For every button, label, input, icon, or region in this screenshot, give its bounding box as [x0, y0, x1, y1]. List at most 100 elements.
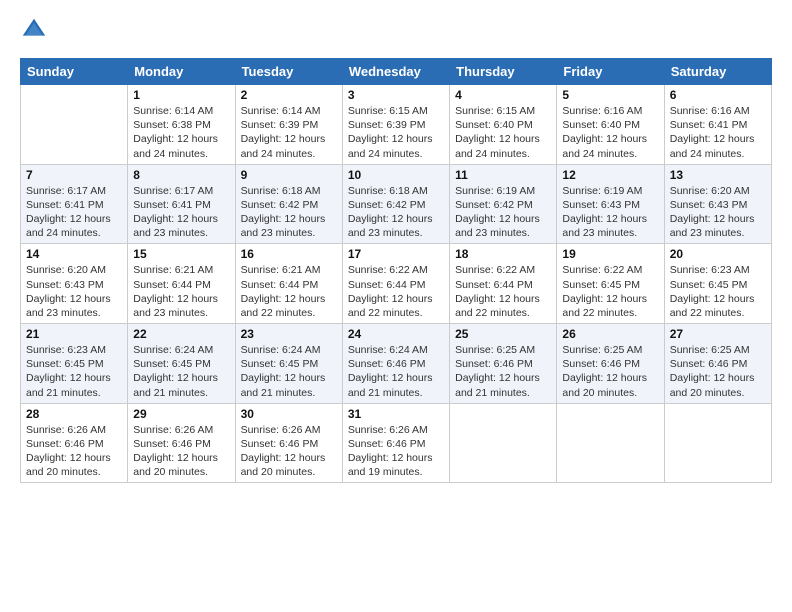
day-number: 20: [670, 247, 766, 261]
day-detail: Sunrise: 6:20 AM Sunset: 6:43 PM Dayligh…: [26, 263, 122, 320]
day-number: 11: [455, 168, 551, 182]
calendar-cell: 24 Sunrise: 6:24 AM Sunset: 6:46 PM Dayli…: [342, 324, 449, 404]
calendar-cell: 19 Sunrise: 6:22 AM Sunset: 6:45 PM Dayli…: [557, 244, 664, 324]
week-row-2: 7Sunrise: 6:17 AM Sunset: 6:41 PM Daylig…: [21, 164, 772, 244]
day-number: 12: [562, 168, 658, 182]
calendar-cell: 5 Sunrise: 6:16 AM Sunset: 6:40 PM Daylig…: [557, 85, 664, 165]
day-detail: Sunrise: 6:15 AM Sunset: 6:39 PM Dayligh…: [348, 104, 444, 161]
calendar-cell: 11 Sunrise: 6:19 AM Sunset: 6:42 PM Dayli…: [450, 164, 557, 244]
day-number: 23: [241, 327, 337, 341]
calendar-cell: 29Sunrise: 6:26 AM Sunset: 6:46 PM Dayli…: [128, 403, 235, 483]
day-detail: Sunrise: 6:26 AM Sunset: 6:46 PM Dayligh…: [241, 423, 337, 480]
calendar-cell: 3 Sunrise: 6:15 AM Sunset: 6:39 PM Daylig…: [342, 85, 449, 165]
calendar-cell: 6 Sunrise: 6:16 AM Sunset: 6:41 PM Daylig…: [664, 85, 771, 165]
calendar-cell: 30 Sunrise: 6:26 AM Sunset: 6:46 PM Dayli…: [235, 403, 342, 483]
calendar-cell: [557, 403, 664, 483]
day-detail: Sunrise: 6:17 AM Sunset: 6:41 PM Dayligh…: [26, 184, 122, 241]
day-number: 28: [26, 407, 122, 421]
day-detail: Sunrise: 6:20 AM Sunset: 6:43 PM Dayligh…: [670, 184, 766, 241]
day-number: 5: [562, 88, 658, 102]
day-number: 1: [133, 88, 229, 102]
day-detail: Sunrise: 6:22 AM Sunset: 6:44 PM Dayligh…: [455, 263, 551, 320]
day-number: 25: [455, 327, 551, 341]
calendar-cell: 17Sunrise: 6:22 AM Sunset: 6:44 PM Dayli…: [342, 244, 449, 324]
page: SundayMondayTuesdayWednesdayThursdayFrid…: [0, 0, 792, 612]
day-detail: Sunrise: 6:21 AM Sunset: 6:44 PM Dayligh…: [133, 263, 229, 320]
day-detail: Sunrise: 6:25 AM Sunset: 6:46 PM Dayligh…: [562, 343, 658, 400]
calendar-table: SundayMondayTuesdayWednesdayThursdayFrid…: [20, 58, 772, 483]
week-row-4: 21Sunrise: 6:23 AM Sunset: 6:45 PM Dayli…: [21, 324, 772, 404]
calendar-cell: 16 Sunrise: 6:21 AM Sunset: 6:44 PM Dayli…: [235, 244, 342, 324]
day-number: 16: [241, 247, 337, 261]
day-detail: Sunrise: 6:16 AM Sunset: 6:41 PM Dayligh…: [670, 104, 766, 161]
day-number: 3: [348, 88, 444, 102]
logo: [20, 16, 54, 44]
day-detail: Sunrise: 6:18 AM Sunset: 6:42 PM Dayligh…: [241, 184, 337, 241]
day-detail: Sunrise: 6:14 AM Sunset: 6:38 PM Dayligh…: [133, 104, 229, 161]
day-number: 31: [348, 407, 444, 421]
day-detail: Sunrise: 6:22 AM Sunset: 6:45 PM Dayligh…: [562, 263, 658, 320]
calendar-cell: 14 Sunrise: 6:20 AM Sunset: 6:43 PM Dayli…: [21, 244, 128, 324]
header: [20, 16, 772, 44]
day-detail: Sunrise: 6:21 AM Sunset: 6:44 PM Dayligh…: [241, 263, 337, 320]
day-detail: Sunrise: 6:16 AM Sunset: 6:40 PM Dayligh…: [562, 104, 658, 161]
calendar-cell: 8 Sunrise: 6:17 AM Sunset: 6:41 PM Daylig…: [128, 164, 235, 244]
day-detail: Sunrise: 6:23 AM Sunset: 6:45 PM Dayligh…: [26, 343, 122, 400]
calendar-cell: 7Sunrise: 6:17 AM Sunset: 6:41 PM Daylig…: [21, 164, 128, 244]
calendar-cell: 12 Sunrise: 6:19 AM Sunset: 6:43 PM Dayli…: [557, 164, 664, 244]
day-detail: Sunrise: 6:19 AM Sunset: 6:43 PM Dayligh…: [562, 184, 658, 241]
calendar-cell: 31 Sunrise: 6:26 AM Sunset: 6:46 PM Dayli…: [342, 403, 449, 483]
day-header-saturday: Saturday: [664, 59, 771, 85]
calendar-cell: 9 Sunrise: 6:18 AM Sunset: 6:42 PM Daylig…: [235, 164, 342, 244]
calendar-cell: 10Sunrise: 6:18 AM Sunset: 6:42 PM Dayli…: [342, 164, 449, 244]
logo-icon: [20, 16, 48, 44]
day-number: 6: [670, 88, 766, 102]
day-number: 22: [133, 327, 229, 341]
day-header-tuesday: Tuesday: [235, 59, 342, 85]
calendar-cell: 21Sunrise: 6:23 AM Sunset: 6:45 PM Dayli…: [21, 324, 128, 404]
day-number: 26: [562, 327, 658, 341]
calendar-cell: 1 Sunrise: 6:14 AM Sunset: 6:38 PM Daylig…: [128, 85, 235, 165]
day-detail: Sunrise: 6:22 AM Sunset: 6:44 PM Dayligh…: [348, 263, 444, 320]
day-detail: Sunrise: 6:26 AM Sunset: 6:46 PM Dayligh…: [133, 423, 229, 480]
calendar-cell: [664, 403, 771, 483]
day-header-friday: Friday: [557, 59, 664, 85]
day-number: 8: [133, 168, 229, 182]
day-detail: Sunrise: 6:17 AM Sunset: 6:41 PM Dayligh…: [133, 184, 229, 241]
day-detail: Sunrise: 6:19 AM Sunset: 6:42 PM Dayligh…: [455, 184, 551, 241]
calendar-cell: 27Sunrise: 6:25 AM Sunset: 6:46 PM Dayli…: [664, 324, 771, 404]
calendar-cell: 22 Sunrise: 6:24 AM Sunset: 6:45 PM Dayli…: [128, 324, 235, 404]
week-row-3: 14 Sunrise: 6:20 AM Sunset: 6:43 PM Dayli…: [21, 244, 772, 324]
day-detail: Sunrise: 6:26 AM Sunset: 6:46 PM Dayligh…: [26, 423, 122, 480]
day-detail: Sunrise: 6:14 AM Sunset: 6:39 PM Dayligh…: [241, 104, 337, 161]
day-number: 9: [241, 168, 337, 182]
calendar-cell: 13 Sunrise: 6:20 AM Sunset: 6:43 PM Dayli…: [664, 164, 771, 244]
day-detail: Sunrise: 6:24 AM Sunset: 6:45 PM Dayligh…: [241, 343, 337, 400]
day-number: 18: [455, 247, 551, 261]
calendar-body: 1 Sunrise: 6:14 AM Sunset: 6:38 PM Daylig…: [21, 85, 772, 483]
calendar-cell: [450, 403, 557, 483]
week-row-1: 1 Sunrise: 6:14 AM Sunset: 6:38 PM Daylig…: [21, 85, 772, 165]
calendar-cell: [21, 85, 128, 165]
day-number: 13: [670, 168, 766, 182]
calendar-cell: 4Sunrise: 6:15 AM Sunset: 6:40 PM Daylig…: [450, 85, 557, 165]
calendar-header: SundayMondayTuesdayWednesdayThursdayFrid…: [21, 59, 772, 85]
day-detail: Sunrise: 6:24 AM Sunset: 6:45 PM Dayligh…: [133, 343, 229, 400]
day-number: 24: [348, 327, 444, 341]
day-detail: Sunrise: 6:18 AM Sunset: 6:42 PM Dayligh…: [348, 184, 444, 241]
day-number: 27: [670, 327, 766, 341]
day-detail: Sunrise: 6:15 AM Sunset: 6:40 PM Dayligh…: [455, 104, 551, 161]
week-row-5: 28 Sunrise: 6:26 AM Sunset: 6:46 PM Dayli…: [21, 403, 772, 483]
calendar-cell: 15Sunrise: 6:21 AM Sunset: 6:44 PM Dayli…: [128, 244, 235, 324]
day-header-wednesday: Wednesday: [342, 59, 449, 85]
day-number: 14: [26, 247, 122, 261]
day-number: 30: [241, 407, 337, 421]
day-detail: Sunrise: 6:23 AM Sunset: 6:45 PM Dayligh…: [670, 263, 766, 320]
day-header-sunday: Sunday: [21, 59, 128, 85]
calendar-cell: 18 Sunrise: 6:22 AM Sunset: 6:44 PM Dayli…: [450, 244, 557, 324]
day-number: 19: [562, 247, 658, 261]
calendar-cell: 20 Sunrise: 6:23 AM Sunset: 6:45 PM Dayli…: [664, 244, 771, 324]
day-detail: Sunrise: 6:24 AM Sunset: 6:46 PM Dayligh…: [348, 343, 444, 400]
day-detail: Sunrise: 6:26 AM Sunset: 6:46 PM Dayligh…: [348, 423, 444, 480]
calendar-cell: 23 Sunrise: 6:24 AM Sunset: 6:45 PM Dayli…: [235, 324, 342, 404]
